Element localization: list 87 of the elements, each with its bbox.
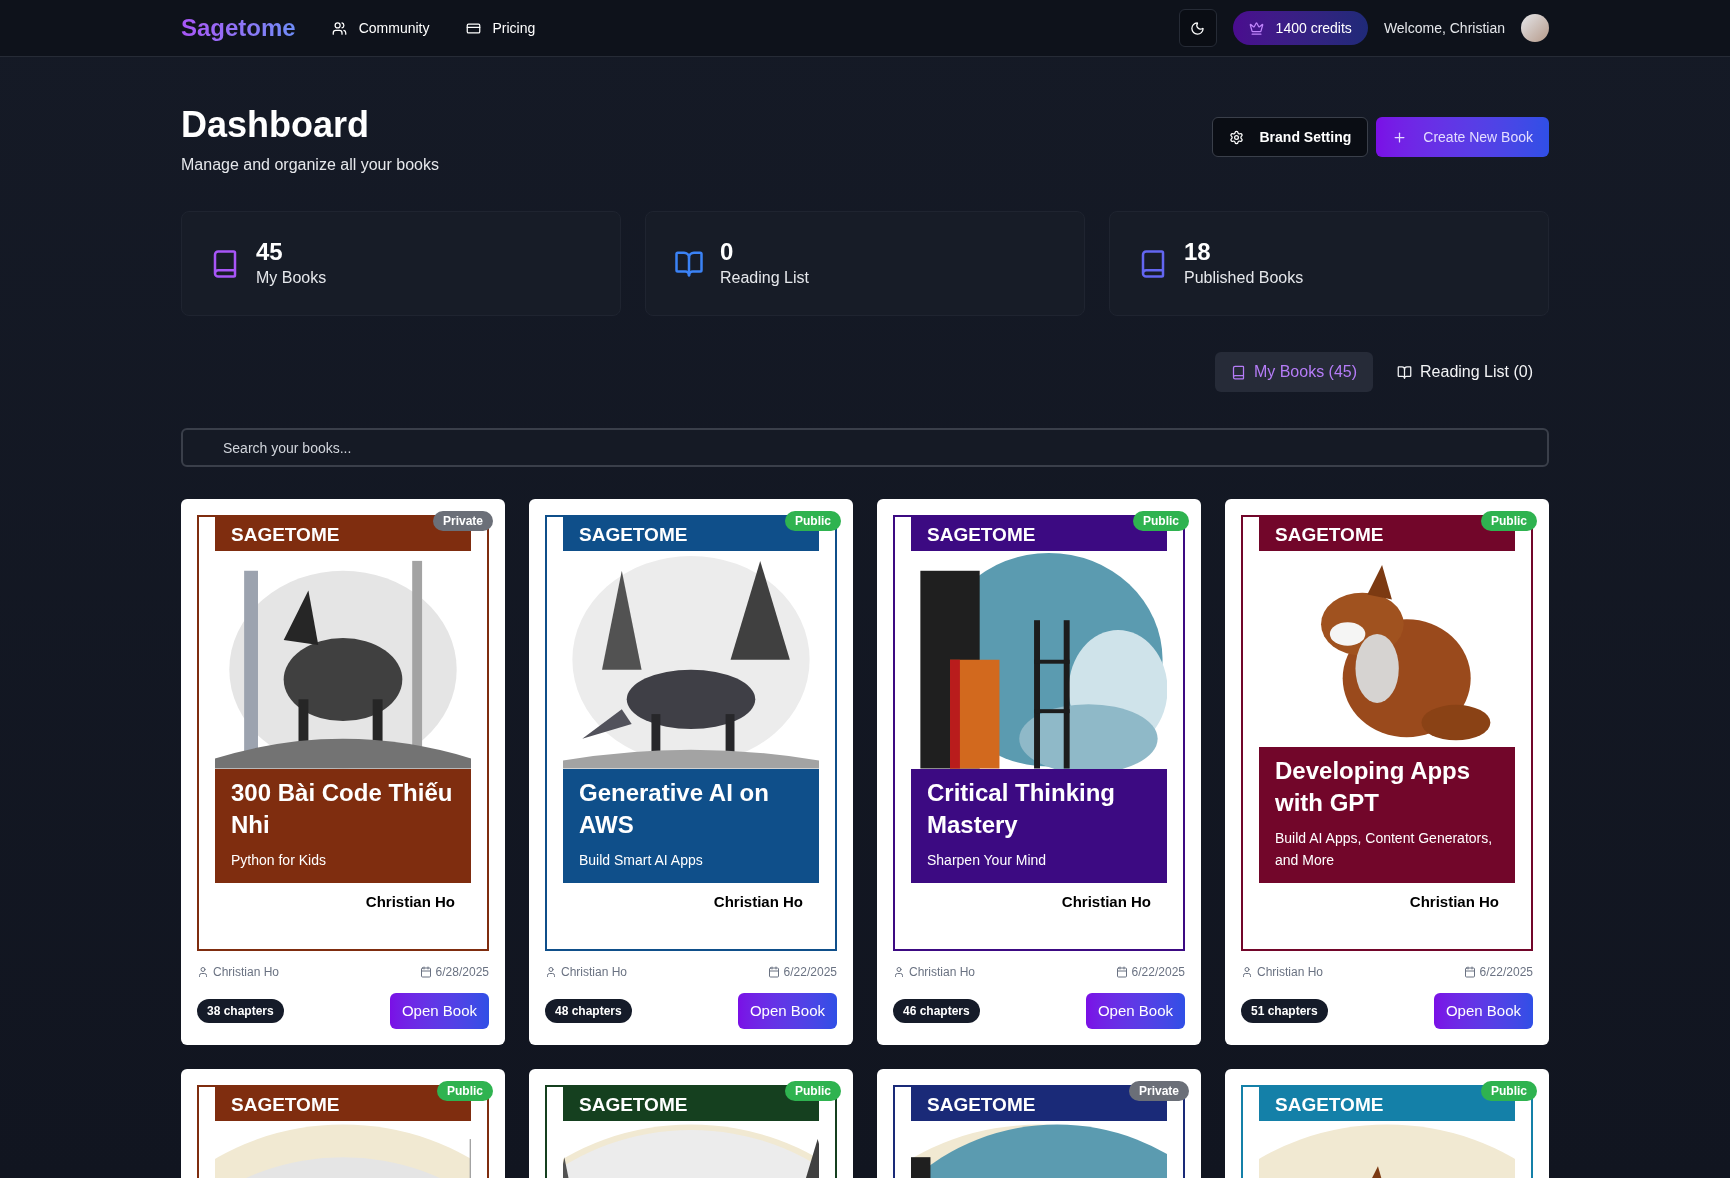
book-date: 6/22/2025: [1131, 964, 1185, 981]
cover-author: Christian Ho: [713, 891, 803, 912]
user-icon: [197, 966, 209, 978]
cover-brand: SAGETOME: [927, 524, 1036, 544]
visibility-badge: Private: [432, 511, 493, 531]
book-card[interactable]: Public SAGETOME: [181, 1069, 505, 1178]
book-author: Christian Ho: [1257, 964, 1324, 981]
user-icon: [893, 966, 905, 978]
book-card[interactable]: Public SAGETOME Critical Thinking Mastery Sharpen Your Mind Christian Ho Christian Ho 6/22/2025 46 chapters Open Book: [877, 499, 1201, 1045]
visibility-badge: Public: [785, 511, 841, 531]
users-icon: [331, 20, 347, 36]
cover-title: 300 Bài Code Thiếu Nhi: [231, 777, 454, 840]
user-icon: [545, 966, 557, 978]
book-author: Christian Ho: [909, 964, 976, 981]
stat-value: 45: [256, 237, 284, 266]
cover-brand: SAGETOME: [231, 1094, 340, 1114]
book-date: 6/28/2025: [435, 964, 489, 981]
cover-author: Christian Ho: [1409, 891, 1499, 912]
stat-value: 18: [1184, 237, 1212, 266]
credits-button[interactable]: 1400 credits: [1232, 11, 1368, 45]
stat-label: Reading List: [720, 267, 809, 288]
cover-subtitle: Sharpen Your Mind: [927, 850, 1048, 870]
cover-title: Generative AI on AWS: [579, 777, 770, 840]
crown-icon: [1248, 20, 1264, 36]
cover-brand: SAGETOME: [1275, 524, 1384, 544]
open-book-icon: [1397, 364, 1413, 380]
brand-setting-button[interactable]: Brand Setting: [1211, 117, 1369, 157]
book-card[interactable]: Private SAGETOME 300 Bài Code Thiếu Nhi Python for Kids Christian Ho Christian Ho 6/28/2025 38 chapters Open Book: [181, 499, 505, 1045]
book-author: Christian Ho: [213, 964, 280, 981]
page-subtitle: Manage and organize all your books: [181, 155, 439, 175]
page-title: Dashboard: [181, 105, 371, 145]
cover-author: Christian Ho: [1061, 891, 1151, 912]
calendar-icon: [419, 966, 432, 978]
avatar[interactable]: [1521, 14, 1549, 42]
book-card[interactable]: Public SAGETOME Generative AI on AWS Build Smart AI Apps Christian Ho Christian Ho 6/22/2025 48 chapters Open Book: [529, 499, 853, 1045]
visibility-badge: Public: [1481, 511, 1537, 531]
search-field[interactable]: Search your books...: [181, 428, 1549, 467]
chapters-count: 46 chapters: [893, 999, 980, 1023]
nav-link[interactable]: Pricing: [465, 18, 536, 38]
visibility-badge: Public: [1133, 511, 1189, 531]
chapters-count: 48 chapters: [545, 999, 632, 1023]
welcome-text: Welcome, Christian: [1383, 19, 1505, 38]
cover-subtitle: Python for Kids: [231, 850, 327, 870]
cover-subtitle: Build AI Apps, Content Generators, and More: [1275, 828, 1494, 870]
book-date: 6/22/2025: [783, 964, 837, 981]
visibility-badge: Private: [1128, 1081, 1189, 1101]
visibility-badge: Public: [437, 1081, 493, 1101]
book-date: 6/22/2025: [1479, 964, 1533, 981]
cover-author: Christian Ho: [365, 891, 455, 912]
tab[interactable]: My Books (45): [1214, 352, 1374, 392]
book-icon: [1230, 364, 1246, 380]
open-book-button[interactable]: Open Book: [1433, 993, 1533, 1029]
cover-brand: SAGETOME: [1275, 1094, 1384, 1114]
cover-title: Developing Apps with GPT: [1275, 755, 1472, 818]
book-author: Christian Ho: [561, 964, 628, 981]
calendar-icon: [1115, 966, 1128, 978]
cover-brand: SAGETOME: [927, 1094, 1036, 1114]
card-icon: [465, 20, 481, 36]
chapters-count: 38 chapters: [197, 999, 284, 1023]
chapters-count: 51 chapters: [1241, 999, 1328, 1023]
tab[interactable]: Reading List (0): [1381, 352, 1549, 392]
book-card[interactable]: Private SAGETOME: [877, 1069, 1201, 1178]
stat-label: My Books: [256, 267, 327, 288]
open-book-button[interactable]: Open Book: [389, 993, 489, 1029]
calendar-icon: [767, 966, 780, 978]
plus-icon: [1392, 129, 1408, 145]
user-icon: [1241, 966, 1253, 978]
cover-brand: SAGETOME: [579, 524, 688, 544]
open-book-button[interactable]: Open Book: [737, 993, 837, 1029]
book-card[interactable]: Public SAGETOME: [1225, 1069, 1549, 1178]
visibility-badge: Public: [785, 1081, 841, 1101]
settings-icon: [1228, 129, 1244, 145]
moon-icon: [1190, 20, 1206, 36]
create-book-button[interactable]: Create New Book: [1376, 117, 1549, 157]
nav-link[interactable]: Community: [331, 18, 430, 38]
open-book-button[interactable]: Open Book: [1085, 993, 1185, 1029]
book-card[interactable]: Public SAGETOME: [529, 1069, 853, 1178]
stat-label: Published Books: [1184, 267, 1304, 288]
cover-brand: SAGETOME: [579, 1094, 688, 1114]
theme-toggle[interactable]: [1178, 9, 1217, 47]
cover-subtitle: Build Smart AI Apps: [579, 850, 704, 870]
visibility-badge: Public: [1481, 1081, 1537, 1101]
book-card[interactable]: Public SAGETOME Developing Apps with GPT Build AI Apps, Content Generators, and More Christian Ho Christian Ho 6/22/2025 51 chapters Open Book: [1225, 499, 1549, 1045]
cover-brand: SAGETOME: [231, 524, 340, 544]
stat-value: 0: [720, 237, 735, 266]
calendar-icon: [1463, 966, 1476, 978]
cover-title: Critical Thinking Mastery: [927, 777, 1116, 840]
